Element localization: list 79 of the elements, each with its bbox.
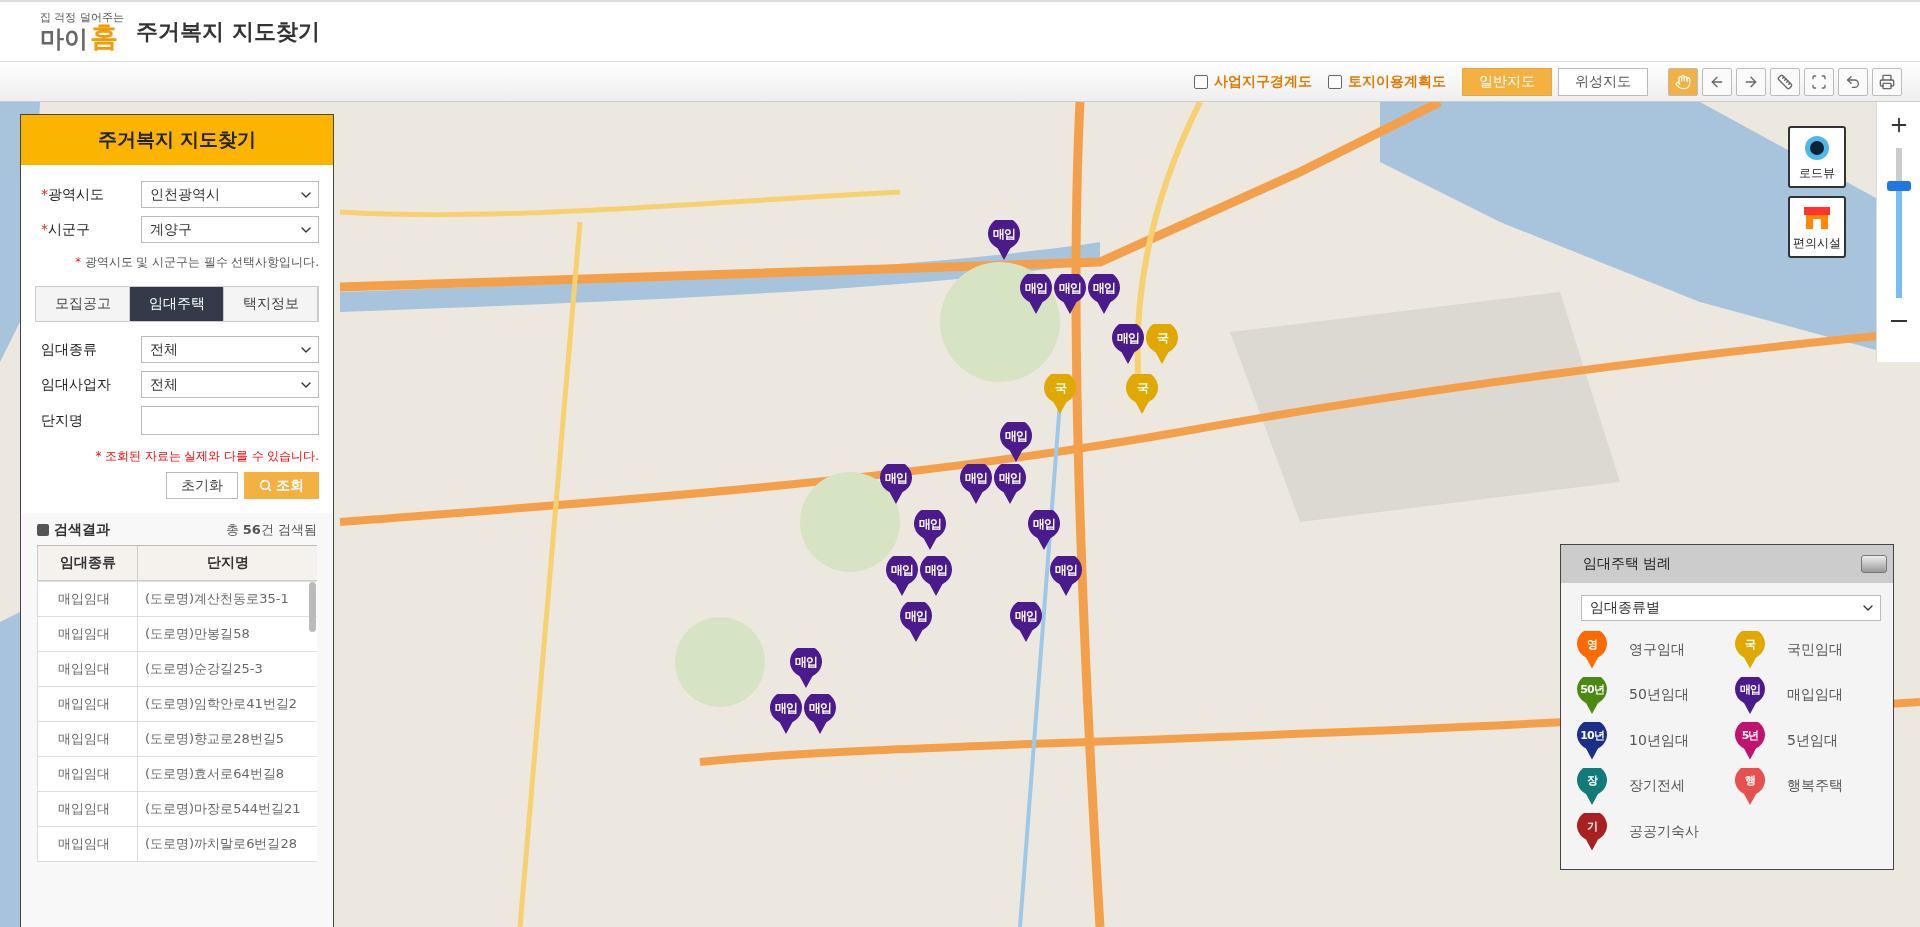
- table-cell[interactable]: 매입임대: [37, 617, 137, 651]
- panel-tab[interactable]: 임대주택: [130, 287, 224, 321]
- field-label: *시군구: [40, 220, 90, 239]
- legend-pin: 국: [1735, 631, 1765, 669]
- legend-pin: 영: [1577, 631, 1607, 669]
- camera-lens-icon: [1804, 135, 1830, 161]
- legend-label: 영구임대: [1629, 640, 1685, 659]
- table-cell[interactable]: (도로명)임학안로41번길2: [137, 687, 317, 721]
- ruler-icon: [1777, 73, 1793, 90]
- area-measure-icon: [1811, 73, 1827, 90]
- legend-pin: 5년: [1735, 722, 1765, 760]
- table-cell[interactable]: 매입임대: [37, 792, 137, 826]
- table-cell[interactable]: (도로명)순강길25-3: [137, 652, 317, 686]
- tool-button[interactable]: [1736, 67, 1766, 96]
- required-note: * 광역시도 및 시군구는 필수 선택사항입니다.: [74, 254, 319, 271]
- table-cell[interactable]: 매입임대: [37, 652, 137, 686]
- panel-tab[interactable]: 택지정보: [224, 287, 318, 321]
- table-cell[interactable]: 매입임대: [37, 582, 137, 616]
- legend-label: 50년임대: [1629, 686, 1689, 705]
- page-title: 주거복지 지도찾기: [136, 17, 320, 46]
- undo-icon: [1845, 73, 1861, 90]
- legend-pin: 기: [1577, 813, 1607, 851]
- legend-title: 임대주택 범례: [1583, 555, 1672, 573]
- field-label: 임대종류: [40, 340, 97, 359]
- tool-button[interactable]: [1872, 67, 1902, 96]
- print-icon: [1879, 73, 1895, 90]
- results-heading: 검색결과: [37, 521, 110, 539]
- map-type-button[interactable]: 위성지도: [1558, 67, 1648, 96]
- panel-title: 주거복지 지도찾기: [21, 115, 333, 165]
- tool-button[interactable]: [1804, 67, 1834, 96]
- legend-label: 행복주택: [1787, 777, 1843, 796]
- table-cell[interactable]: 매입임대: [37, 757, 137, 791]
- tool-button[interactable]: [1838, 67, 1868, 96]
- legend-label: 10년임대: [1629, 731, 1689, 750]
- dropdown-field[interactable]: 전체: [141, 336, 319, 363]
- legend-pin: 10년: [1577, 722, 1607, 760]
- store-icon: [1802, 205, 1832, 231]
- dropdown-field[interactable]: 인천광역시: [141, 181, 319, 208]
- table-cell[interactable]: 매입임대: [37, 687, 137, 721]
- column-header: 임대종류: [37, 546, 137, 581]
- scrollbar-thumb[interactable]: [309, 582, 316, 632]
- panel-tab[interactable]: 모집공고: [36, 287, 130, 321]
- dropdown-field[interactable]: 임대종류별: [1581, 595, 1881, 621]
- dropdown-field[interactable]: 계양구: [141, 216, 319, 243]
- site-logo[interactable]: 집 걱정 덜어주는 마이 홈: [40, 12, 124, 51]
- legend-label: 국민임대: [1787, 640, 1843, 659]
- minimize-button[interactable]: [1861, 555, 1887, 573]
- map-side-button[interactable]: 편의시설: [1788, 196, 1846, 258]
- table-cell[interactable]: (도로명)마장로544번길21: [137, 792, 317, 826]
- zoom-slider-thumb[interactable]: [1886, 181, 1911, 191]
- legend-label: 공공기숙사: [1629, 822, 1699, 841]
- search-icon: [259, 479, 272, 492]
- legend-label: 장기전세: [1629, 777, 1685, 796]
- column-header: 단지명: [137, 546, 317, 581]
- field-label: 단지명: [40, 411, 83, 430]
- field-label: 임대사업자: [40, 375, 111, 394]
- table-cell[interactable]: (도로명)향교로28번길5: [137, 722, 317, 756]
- table-cell[interactable]: 매입임대: [37, 722, 137, 756]
- legend-pin: 50년: [1577, 676, 1607, 714]
- table-cell[interactable]: 매입임대: [37, 827, 137, 861]
- tool-button[interactable]: [1770, 67, 1800, 96]
- reset-button[interactable]: 초기화: [166, 472, 238, 499]
- field-label: *광역시도: [40, 185, 104, 204]
- map-side-button[interactable]: 로드뷰: [1788, 126, 1846, 188]
- legend-label: 매입임대: [1787, 686, 1843, 705]
- input-field[interactable]: [141, 406, 319, 435]
- minus-icon: [1890, 320, 1907, 322]
- tool-button[interactable]: [1702, 67, 1732, 96]
- legend-pin: 행: [1735, 767, 1765, 805]
- table-cell[interactable]: (도로명)효서로64번길8: [137, 757, 317, 791]
- legend-pin: 장: [1577, 767, 1607, 805]
- warning-note: * 조회된 자료는 실제와 다를 수 있습니다.: [94, 448, 319, 464]
- dropdown-field[interactable]: 전체: [141, 371, 319, 398]
- hand-icon: [1675, 73, 1691, 90]
- legend-label: 5년임대: [1787, 731, 1838, 750]
- results-count: 총 56건 검색됨: [225, 521, 317, 539]
- table-cell[interactable]: (도로명)까치말로6번길28: [137, 827, 317, 861]
- legend-pin: 매입: [1735, 676, 1765, 714]
- bullet-icon: [37, 524, 49, 536]
